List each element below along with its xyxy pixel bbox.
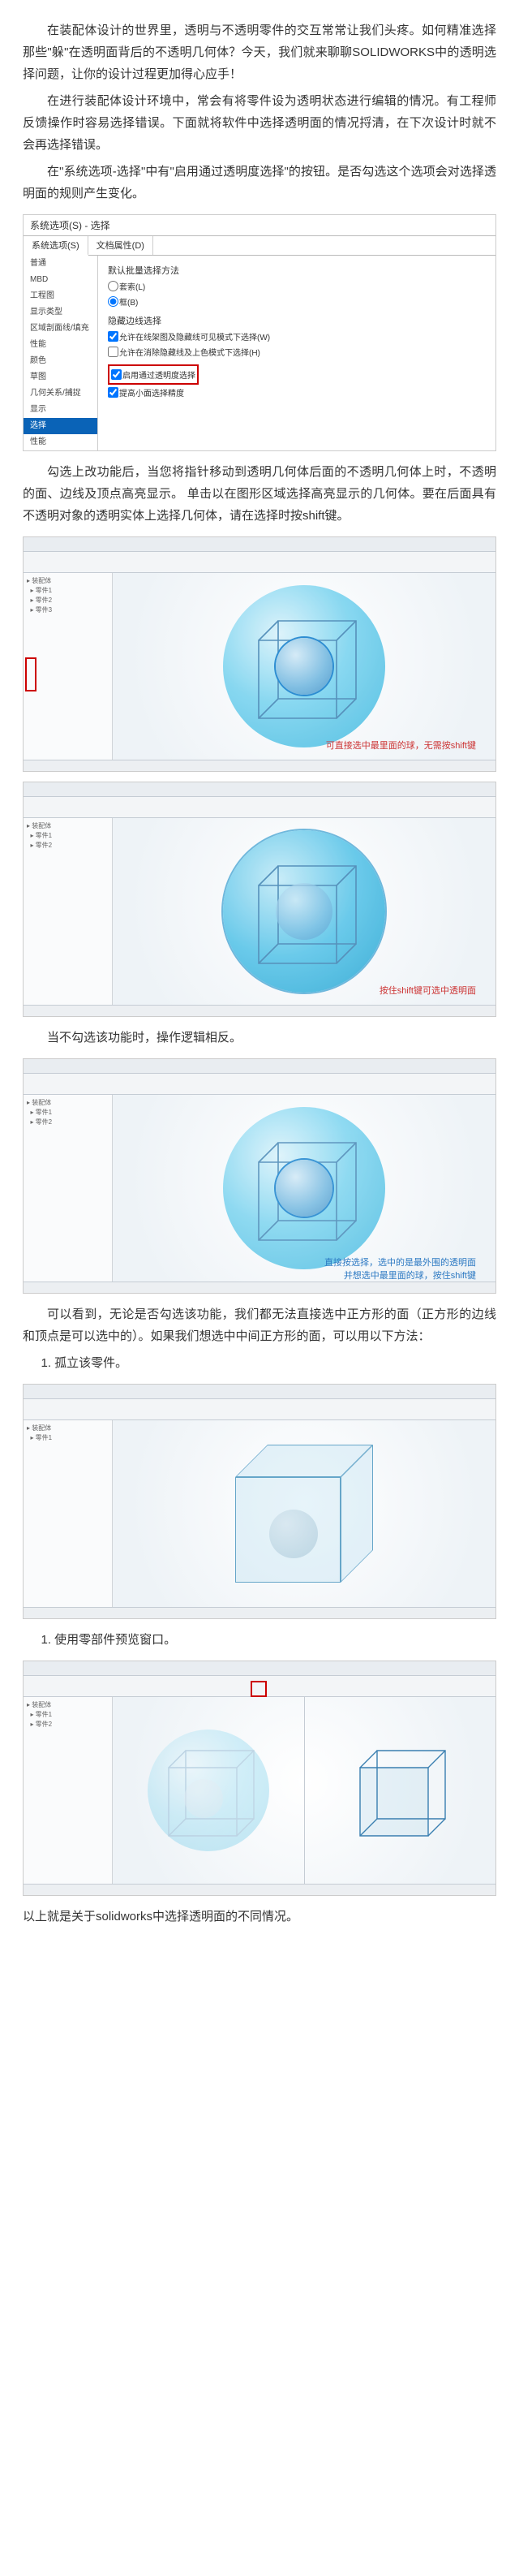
figure-sw-5: ▸ 装配体 ▸ 零件1 ▸ 零件2 bbox=[23, 1661, 496, 1896]
intro-p1: 在装配体设计的世界里，透明与不透明零件的交互常常让我们头疼。如何精准选择那些"躲… bbox=[23, 19, 496, 85]
side-item[interactable]: MBD bbox=[24, 272, 97, 288]
red-highlight-toolbar bbox=[251, 1681, 267, 1697]
side-item[interactable]: 显示 bbox=[24, 402, 97, 418]
figure-sw-4: ▸ 装配体 ▸ 零件1 bbox=[23, 1384, 496, 1619]
p6: 可以看到，无论是否勾选该功能，我们都无法直接选中正方形的面（正方形的边线和顶点是… bbox=[23, 1303, 496, 1347]
check-small-face[interactable]: 提高小面选择精度 bbox=[108, 385, 486, 400]
side-item[interactable]: 草图 bbox=[24, 369, 97, 386]
side-item[interactable]: 颜色 bbox=[24, 353, 97, 369]
side-item[interactable]: 性能 bbox=[24, 337, 97, 353]
tab-system-options[interactable]: 系统选项(S) bbox=[24, 236, 88, 256]
side-item-selected[interactable]: 选择 bbox=[24, 418, 97, 434]
caption-1: 可直接选中最里面的球，无需按shift键 bbox=[326, 739, 476, 752]
glass-cube[interactable] bbox=[235, 1445, 373, 1583]
outer-sphere-selected[interactable] bbox=[223, 830, 385, 993]
check-transparency-select[interactable]: 启用通过透明度选择 bbox=[111, 367, 195, 382]
check-hlr[interactable]: 允许在消除隐藏线及上色模式下选择(H) bbox=[108, 344, 486, 360]
dialog-sidebar: 普通 MBD 工程图 显示类型 区域剖面线/填充 性能 颜色 草图 几何关系/捕… bbox=[24, 256, 98, 450]
side-item[interactable]: 显示类型 bbox=[24, 304, 97, 321]
radio-lasso[interactable]: 套索(L) bbox=[108, 278, 486, 294]
radio-box[interactable]: 框(B) bbox=[108, 294, 486, 309]
outer-sphere-dim[interactable] bbox=[148, 1730, 269, 1851]
sw-ribbon bbox=[24, 552, 495, 573]
cube-preview[interactable] bbox=[343, 1734, 457, 1847]
preview-window[interactable] bbox=[304, 1697, 496, 1884]
figure-sw-3: ▸ 装配体 ▸ 零件1 ▸ 零件2 直接按选择，选中的是最外围的透明面 并想选中… bbox=[23, 1058, 496, 1294]
p7: 以上就是关于solidworks中选择透明面的不同情况。 bbox=[23, 1906, 496, 1928]
intro-p3: 在"系统选项-选择"中有"启用通过透明度选择"的按钮。是否勾选这个选项会对选择透… bbox=[23, 161, 496, 205]
figure-sw-1: ▸ 装配体 ▸ 零件1 ▸ 零件2 ▸ 零件3 可直接选中最里面的球，无需按sh… bbox=[23, 536, 496, 772]
side-item[interactable]: 性能 bbox=[24, 434, 97, 450]
inner-sphere-highlighted[interactable] bbox=[276, 638, 332, 695]
group-hidden-edge: 隐藏边线选择 bbox=[108, 314, 486, 327]
side-item[interactable]: 区域剖面线/填充 bbox=[24, 321, 97, 337]
inner-sphere[interactable] bbox=[276, 1160, 332, 1217]
sw-menubar bbox=[24, 537, 495, 552]
sw-canvas[interactable] bbox=[113, 818, 495, 1005]
figure-sw-2: ▸ 装配体 ▸ 零件1 ▸ 零件2 按住shift键可选中透明面 bbox=[23, 782, 496, 1017]
caption-3b: 并想选中最里面的球，按住shift键 bbox=[344, 1269, 476, 1282]
red-highlight-box bbox=[25, 657, 36, 691]
inner-sphere[interactable] bbox=[276, 883, 332, 940]
outer-sphere[interactable] bbox=[223, 585, 385, 747]
outer-sphere[interactable] bbox=[223, 1107, 385, 1269]
p4: 勾选上改功能后，当您将指针移动到透明几何体后面的不透明几何体上时，不透明的面、边… bbox=[23, 461, 496, 527]
main-view[interactable] bbox=[113, 1697, 304, 1884]
sw-statusbar bbox=[24, 760, 495, 771]
list-item-2: 1. 使用零部件预览窗口。 bbox=[23, 1629, 496, 1651]
dialog-main: 默认批量选择方法 套索(L) 框(B) 隐藏边线选择 允许在线架图及隐藏线可见模… bbox=[98, 256, 495, 450]
side-item[interactable]: 几何关系/捕捉 bbox=[24, 386, 97, 402]
side-item[interactable]: 工程图 bbox=[24, 288, 97, 304]
sw-canvas[interactable] bbox=[113, 1095, 495, 1282]
sw-canvas[interactable] bbox=[113, 573, 495, 760]
figure-system-options: 系统选项(S) - 选择 系统选项(S) 文档属性(D) 普通 MBD 工程图 … bbox=[23, 214, 496, 451]
side-item[interactable]: 普通 bbox=[24, 256, 97, 272]
check-wireframe[interactable]: 允许在线架图及隐藏线可见模式下选择(W) bbox=[108, 329, 486, 344]
p5: 当不勾选该功能时，操作逻辑相反。 bbox=[23, 1027, 496, 1049]
list-item-1: 1. 孤立该零件。 bbox=[23, 1352, 496, 1374]
tab-doc-props[interactable]: 文档属性(D) bbox=[88, 236, 153, 255]
inner-sphere[interactable] bbox=[269, 1510, 318, 1558]
caption-3a: 直接按选择，选中的是最外围的透明面 bbox=[324, 1256, 476, 1269]
caption-2: 按住shift键可选中透明面 bbox=[380, 984, 476, 997]
group-bulk-select: 默认批量选择方法 bbox=[108, 264, 486, 277]
sw-tree-panel: ▸ 装配体 ▸ 零件1 ▸ 零件2 ▸ 零件3 bbox=[24, 573, 113, 771]
dialog-title: 系统选项(S) - 选择 bbox=[24, 215, 495, 236]
sw-canvas[interactable] bbox=[113, 1420, 495, 1607]
highlighted-option: 启用通过透明度选择 bbox=[108, 364, 199, 385]
intro-p2: 在进行装配体设计环境中，常会有将零件设为透明状态进行编辑的情况。有工程师反馈操作… bbox=[23, 90, 496, 156]
